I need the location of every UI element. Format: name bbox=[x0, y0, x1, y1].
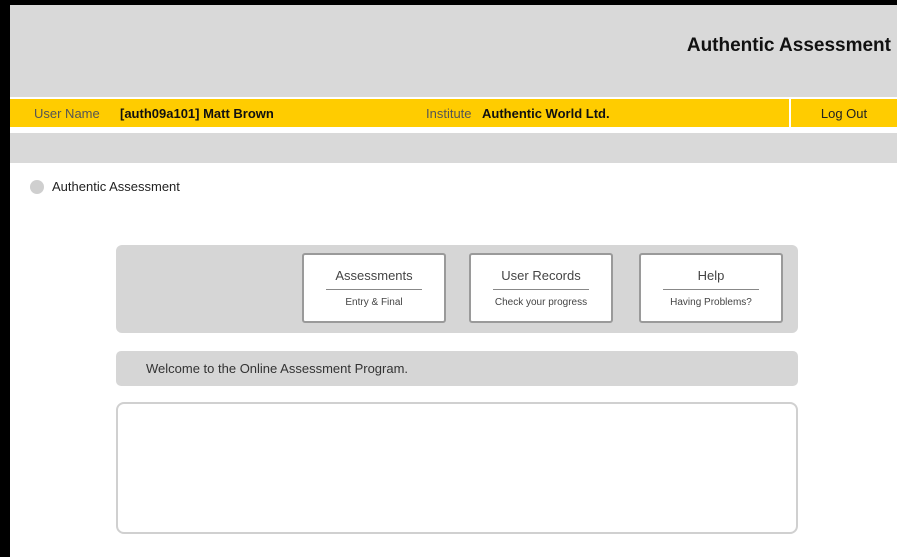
breadcrumb: Authentic Assessment bbox=[30, 179, 180, 194]
assessments-button[interactable]: Assessments Entry & Final bbox=[302, 253, 446, 323]
nav-button-subtitle: Entry & Final bbox=[345, 297, 403, 308]
institute-value: Authentic World Ltd. bbox=[482, 106, 610, 121]
institute-label: Institute bbox=[426, 106, 472, 121]
navigation-panel: Assessments Entry & Final User Records C… bbox=[116, 245, 798, 333]
logout-button[interactable]: Log Out bbox=[791, 99, 897, 127]
nav-button-title: User Records bbox=[501, 268, 581, 283]
circle-icon bbox=[30, 179, 44, 194]
nav-button-title: Assessments bbox=[335, 268, 413, 283]
nav-button-divider bbox=[326, 289, 422, 290]
window-frame-left bbox=[0, 0, 10, 557]
nav-button-subtitle: Having Problems? bbox=[670, 297, 752, 308]
nav-button-divider bbox=[663, 289, 759, 290]
welcome-banner: Welcome to the Online Assessment Program… bbox=[116, 351, 798, 386]
nav-button-title: Help bbox=[697, 268, 725, 283]
help-button[interactable]: Help Having Problems? bbox=[639, 253, 783, 323]
app-title: Authentic Assessment bbox=[686, 35, 891, 56]
welcome-text: Welcome to the Online Assessment Program… bbox=[146, 361, 409, 376]
content-area bbox=[116, 402, 798, 534]
user-info-bar: User Name [auth09a101] Matt Brown Instit… bbox=[10, 97, 897, 129]
breadcrumb-label[interactable]: Authentic Assessment bbox=[52, 179, 180, 194]
user-name-value: [auth09a101] Matt Brown bbox=[120, 106, 274, 121]
app-header: Authentic Assessment bbox=[10, 5, 897, 97]
nav-button-divider bbox=[493, 289, 589, 290]
nav-button-subtitle: Check your progress bbox=[494, 297, 588, 308]
user-name-label: User Name bbox=[34, 106, 100, 121]
user-records-button[interactable]: User Records Check your progress bbox=[469, 253, 613, 323]
sub-toolbar bbox=[10, 133, 897, 163]
